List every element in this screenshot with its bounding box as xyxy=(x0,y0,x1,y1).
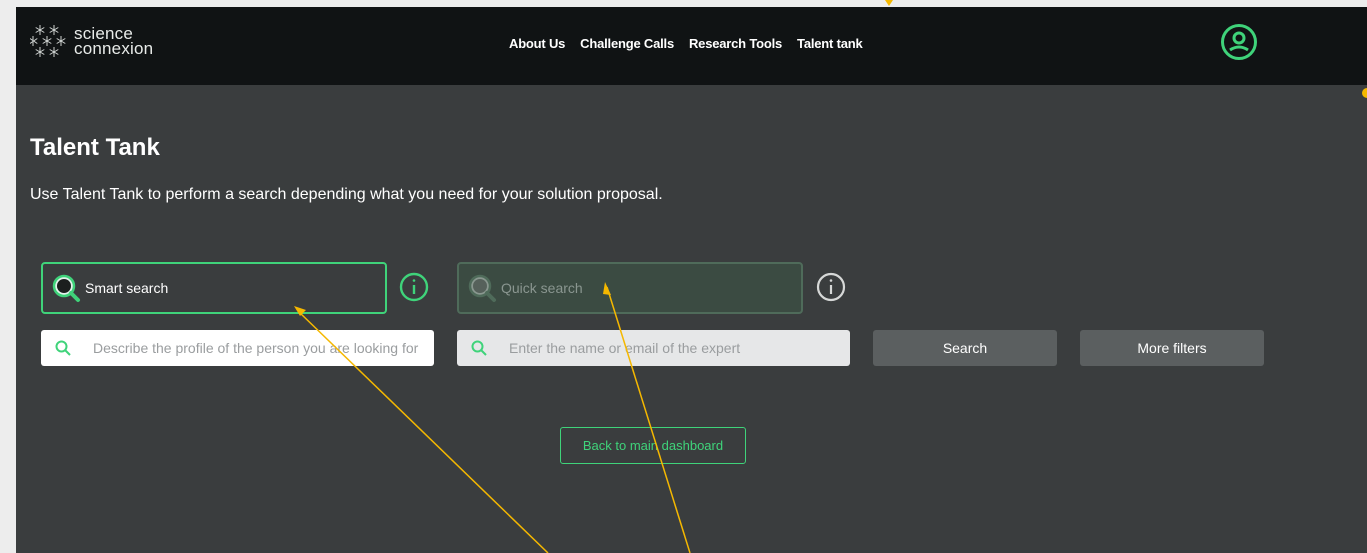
logo-text: science connexion xyxy=(74,25,154,58)
nav-about-us[interactable]: About Us xyxy=(509,36,565,51)
quick-search-input[interactable] xyxy=(509,340,850,356)
quick-search-option[interactable]: Quick search xyxy=(457,262,803,314)
search-icon xyxy=(471,340,487,356)
search-button[interactable]: Search xyxy=(873,330,1057,366)
magnifier-icon xyxy=(52,274,80,302)
quick-search-field xyxy=(457,330,850,366)
nav-talent-tank[interactable]: Talent tank xyxy=(797,36,863,51)
logo[interactable]: science connexion xyxy=(30,21,153,61)
magnifier-icon xyxy=(468,274,496,302)
app-window: science connexion About Us Challenge Cal… xyxy=(16,7,1367,553)
logo-snowflake-icon xyxy=(30,25,66,57)
more-filters-button[interactable]: More filters xyxy=(1080,330,1264,366)
search-icon xyxy=(55,340,71,356)
main-nav: About Us Challenge Calls Research Tools … xyxy=(509,36,863,51)
quick-search-label: Quick search xyxy=(501,280,583,296)
account-icon[interactable] xyxy=(1220,23,1258,61)
nav-challenge-calls[interactable]: Challenge Calls xyxy=(580,36,674,51)
smart-search-option[interactable]: Smart search xyxy=(41,262,387,314)
logo-line-2: connexion xyxy=(74,39,154,58)
annotation-diamond-marker xyxy=(885,0,893,6)
quick-search-info-icon[interactable] xyxy=(816,272,846,302)
top-navigation-bar: science connexion About Us Challenge Cal… xyxy=(16,7,1367,85)
smart-search-info-icon[interactable] xyxy=(399,272,429,302)
smart-search-label: Smart search xyxy=(85,280,169,296)
smart-search-input[interactable] xyxy=(93,340,434,356)
page-description: Use Talent Tank to perform a search depe… xyxy=(30,186,663,203)
back-to-dashboard-button[interactable]: Back to main dashboard xyxy=(560,427,746,464)
nav-research-tools[interactable]: Research Tools xyxy=(689,36,782,51)
smart-search-field xyxy=(41,330,434,366)
page-title: Talent Tank xyxy=(30,134,160,161)
